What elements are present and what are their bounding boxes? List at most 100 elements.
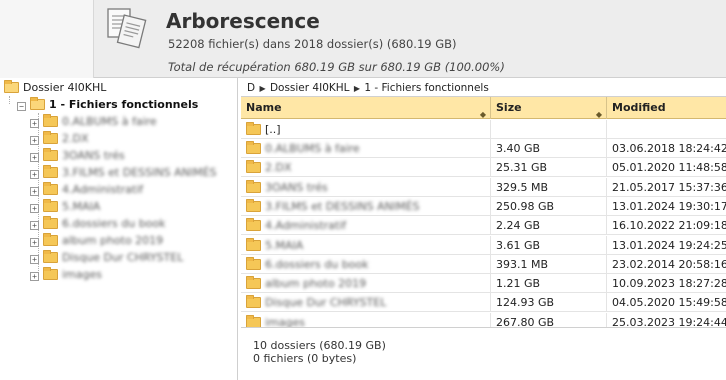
folder-icon bbox=[43, 216, 58, 229]
expand-icon[interactable]: + bbox=[30, 170, 39, 179]
folder-icon bbox=[43, 199, 58, 212]
row-modified: 16.10.2022 21:09:18 bbox=[612, 219, 726, 233]
breadcrumb-current[interactable]: 1 - Fichiers fonctionnels bbox=[364, 82, 488, 94]
folder-icon bbox=[43, 233, 58, 246]
folder-icon bbox=[43, 250, 58, 263]
chevron-right-icon: ▶ bbox=[353, 84, 361, 93]
tree-item-label: 5.MAIA bbox=[62, 200, 101, 213]
folder-open-icon bbox=[4, 80, 19, 93]
column-name-label: Name bbox=[246, 101, 282, 114]
breadcrumb: D ▶ Dossier 4I0KHL ▶ 1 - Fichiers foncti… bbox=[241, 79, 726, 97]
parent-folder-label: [..] bbox=[265, 123, 281, 136]
file-count: 0 fichiers (0 bytes) bbox=[253, 352, 357, 365]
row-name: 0.ALBUMS à faire bbox=[265, 142, 360, 155]
row-modified: 23.02.2014 20:58:16 bbox=[612, 257, 726, 271]
tree-item[interactable]: +2.DX bbox=[30, 131, 89, 147]
row-name: 3.FILMS et DESSINS ANIMÉS bbox=[265, 199, 420, 213]
expand-icon[interactable]: + bbox=[30, 255, 39, 264]
row-name: 4.Administratif bbox=[265, 219, 347, 233]
breadcrumb-folder[interactable]: Dossier 4I0KHL bbox=[270, 82, 350, 94]
tree-item-label: 0.ALBUMS à faire bbox=[62, 115, 157, 128]
row-modified: 21.05.2017 15:37:36 bbox=[612, 180, 726, 194]
row-name: 5.MAIA bbox=[265, 238, 304, 252]
table-row[interactable]: 2.DX 25.31 GB 05.01.2020 11:48:58 bbox=[241, 158, 726, 178]
expand-icon[interactable]: + bbox=[30, 187, 39, 196]
folder-icon bbox=[246, 179, 261, 193]
tree-root-label: Dossier 4I0KHL bbox=[23, 81, 107, 94]
folder-tree: Dossier 4I0KHL − 1 - Fichiers fonctionnel… bbox=[0, 78, 238, 380]
folder-icon bbox=[246, 256, 261, 270]
cell-name: 5.MAIA bbox=[241, 235, 491, 255]
column-size-header[interactable]: Size ◆ bbox=[491, 97, 607, 119]
table-row[interactable]: 3OANS trés 329.5 MB 21.05.2017 15:37:36 bbox=[241, 177, 726, 197]
row-modified: 10.09.2023 18:27:28 bbox=[612, 277, 726, 291]
expand-icon[interactable]: + bbox=[30, 136, 39, 145]
folder-icon bbox=[43, 148, 58, 161]
folder-icon bbox=[246, 295, 261, 309]
cell-name: 2.DX bbox=[241, 158, 491, 178]
folder-icon bbox=[246, 276, 261, 290]
tree-item-label: album photo 2019 bbox=[62, 234, 164, 247]
tree-item-label: 2.DX bbox=[62, 132, 89, 145]
row-modified: 04.05.2020 15:49:58 bbox=[612, 296, 726, 310]
collapse-icon[interactable]: − bbox=[17, 102, 26, 111]
table-row[interactable]: 0.ALBUMS à faire 3.40 GB 03.06.2018 18:24:… bbox=[241, 139, 726, 158]
tree-item[interactable]: +4.Administratif bbox=[30, 182, 143, 198]
folder-icon bbox=[43, 267, 58, 280]
folder-icon bbox=[246, 141, 261, 154]
tree-item-label: Disque Dur CHRYSTEL bbox=[62, 251, 184, 264]
breadcrumb-drive[interactable]: D bbox=[247, 82, 255, 94]
documents-icon bbox=[107, 8, 147, 49]
cell-name: 4.Administratif bbox=[241, 216, 491, 236]
table-row[interactable]: album photo 2019 1.21 GB 10.09.2023 18:27:… bbox=[241, 274, 726, 294]
table-row[interactable]: 3.FILMS et DESSINS ANIMÉS 250.98 GB 13.01.… bbox=[241, 196, 726, 216]
tree-item-label: 3OANS trés bbox=[62, 149, 125, 162]
tree-item-label: 4.Administratif bbox=[62, 183, 144, 196]
row-size: 2.24 GB bbox=[491, 216, 607, 236]
tree-item[interactable]: + Disque Dur CHRYSTEL bbox=[30, 250, 183, 266]
tree-item-label: 6.dossiers du book bbox=[62, 217, 166, 230]
tree-item[interactable]: +0.ALBUMS à faire bbox=[30, 114, 157, 130]
column-modified-header[interactable]: Modified bbox=[607, 97, 726, 119]
expand-icon[interactable]: + bbox=[30, 153, 39, 162]
expand-icon[interactable]: + bbox=[30, 221, 39, 230]
column-modified-label: Modified bbox=[612, 101, 666, 114]
cell-name: 3OANS trés bbox=[241, 177, 491, 197]
chevron-right-icon: ▶ bbox=[259, 84, 266, 93]
folder-icon bbox=[43, 182, 58, 195]
row-name: 2.DX bbox=[265, 161, 292, 175]
folder-icon bbox=[43, 131, 58, 144]
row-size: 124.93 GB bbox=[491, 293, 607, 313]
tree-item[interactable]: + images bbox=[30, 267, 102, 283]
table-row[interactable]: Disque Dur CHRYSTEL 124.93 GB 04.05.2020 1… bbox=[241, 293, 726, 313]
expand-icon[interactable]: + bbox=[30, 238, 39, 247]
row-size: 329.5 MB bbox=[491, 177, 607, 197]
tree-item-fichiers-fonctionnels[interactable]: − 1 - Fichiers fonctionnels bbox=[17, 97, 198, 113]
tree-item-label: images bbox=[62, 268, 102, 281]
table-row[interactable]: 5.MAIA 3.61 GB 13.01.2024 19:24:25 bbox=[241, 235, 726, 255]
tree-root-folder[interactable]: Dossier 4I0KHL bbox=[4, 80, 106, 96]
table-row-parent[interactable]: [..] bbox=[241, 120, 726, 139]
status-footer: 10 dossiers (680.19 GB) 0 fichiers (0 by… bbox=[241, 327, 726, 380]
row-name: 3OANS trés bbox=[265, 180, 328, 194]
folder-icon bbox=[246, 218, 261, 232]
tree-item[interactable]: +3OANS trés bbox=[30, 148, 125, 164]
expand-icon[interactable]: + bbox=[30, 272, 39, 281]
tree-item[interactable]: +5.MAIA bbox=[30, 199, 100, 215]
tree-item[interactable]: +3.FILMS et DESSINS ANIMÉS bbox=[30, 165, 217, 181]
file-count-summary: 52208 fichier(s) dans 2018 dossier(s) (6… bbox=[168, 37, 457, 51]
row-name: album photo 2019 bbox=[265, 277, 367, 291]
recovery-total: Total de récupération 680.19 GB sur 680.… bbox=[168, 60, 505, 74]
cell-name: [..] bbox=[241, 120, 491, 139]
expand-icon[interactable]: + bbox=[30, 119, 39, 128]
tree-item[interactable]: + album photo 2019 bbox=[30, 233, 163, 249]
table-row[interactable]: 4.Administratif 2.24 GB 16.10.2022 21:09:1… bbox=[241, 216, 726, 236]
row-size: 250.98 GB bbox=[491, 196, 607, 216]
table-row[interactable]: 6.dossiers du book 393.1 MB 23.02.2014 20:… bbox=[241, 254, 726, 274]
cell-name: 0.ALBUMS à faire bbox=[241, 139, 491, 158]
row-size: 25.31 GB bbox=[491, 158, 607, 178]
expand-icon[interactable]: + bbox=[30, 204, 39, 213]
column-name-header[interactable]: Name ◆ bbox=[241, 97, 491, 119]
tree-item[interactable]: +6.dossiers du book bbox=[30, 216, 166, 232]
folder-count: 10 dossiers (680.19 GB) bbox=[253, 339, 386, 352]
